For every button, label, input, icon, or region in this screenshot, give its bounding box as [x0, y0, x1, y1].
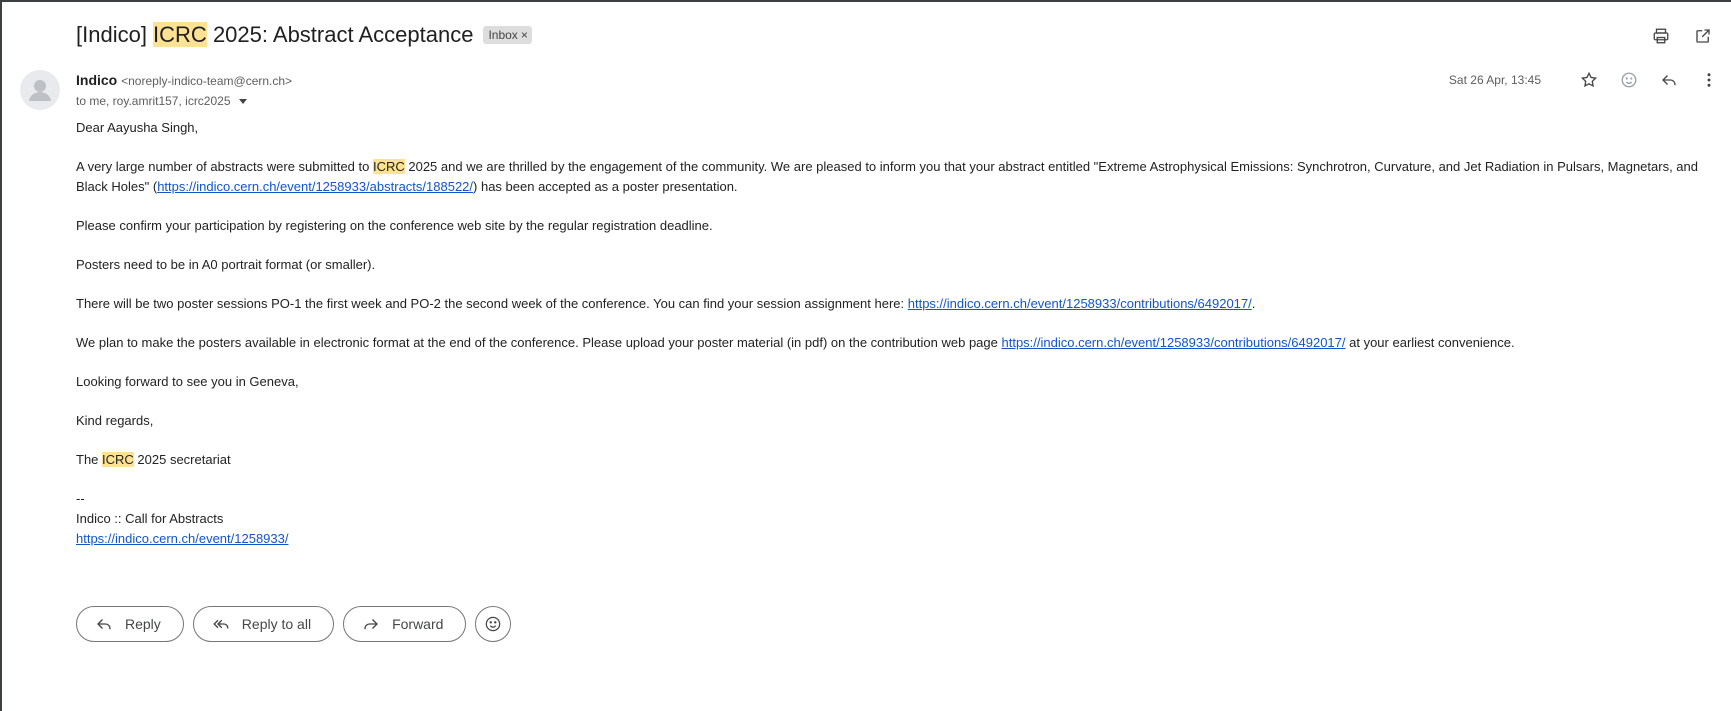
message-meta: Sat 26 Apr, 13:45 — [1449, 70, 1719, 90]
signature-text: Indico :: Call for Abstracts — [76, 511, 224, 526]
person-icon — [29, 80, 51, 101]
paragraph-upload: We plan to make the posters available in… — [76, 333, 1706, 353]
reply-actions: Reply Reply to all Forward — [76, 606, 512, 642]
sender-line: Indico <noreply-indico-team@cern.ch> — [76, 72, 292, 88]
reply-label: Reply — [125, 616, 161, 632]
emoji-icon[interactable] — [1619, 70, 1639, 90]
print-icon[interactable] — [1651, 26, 1671, 46]
recipients-line: to me, roy.amrit157, icrc2025 — [76, 94, 247, 108]
open-in-new-window-icon[interactable] — [1693, 26, 1713, 46]
text: The — [76, 452, 103, 467]
abstract-link[interactable]: https://indico.cern.ch/event/1258933/abs… — [157, 179, 473, 194]
subject-suffix: 2025: Abstract Acceptance — [206, 22, 474, 47]
reply-button[interactable]: Reply — [76, 606, 184, 642]
subject-prefix: [Indico] — [76, 22, 154, 47]
contribution-link[interactable]: https://indico.cern.ch/event/1258933/con… — [1001, 335, 1345, 350]
paragraph-regards: Kind regards, — [76, 413, 154, 428]
paragraph-closing: Looking forward to see you in Geneva, — [76, 374, 299, 389]
text: 2025 secretariat — [133, 452, 231, 467]
search-highlight: ICRC — [372, 159, 405, 174]
reply-icon[interactable] — [1659, 70, 1679, 90]
session-assignment-link[interactable]: https://indico.cern.ch/event/1258933/con… — [908, 296, 1252, 311]
message-date: Sat 26 Apr, 13:45 — [1448, 73, 1541, 87]
event-link[interactable]: https://indico.cern.ch/event/1258933/ — [76, 531, 288, 546]
text: ) has been accepted as a poster presenta… — [473, 179, 738, 194]
signature-separator: -- — [76, 491, 85, 506]
search-highlight: ICRC — [102, 452, 134, 467]
reply-icon — [97, 619, 111, 630]
forward-button[interactable]: Forward — [343, 606, 467, 642]
sender-avatar[interactable] — [20, 70, 60, 110]
text: There will be two poster sessions PO-1 t… — [76, 296, 908, 311]
forward-icon — [364, 619, 379, 630]
emoji-reaction-button[interactable] — [475, 606, 512, 642]
paragraph-poster-format: Posters need to be in A0 portrait format… — [76, 257, 376, 272]
show-details-chevron-icon[interactable] — [238, 98, 247, 104]
inbox-label-text: Inbox — [488, 28, 518, 42]
text: We plan to make the posters available in… — [76, 335, 1002, 350]
recipients-text: to me, roy.amrit157, icrc2025 — [76, 94, 231, 108]
reply-all-button[interactable]: Reply to all — [192, 606, 335, 642]
remove-label-button[interactable]: × — [521, 28, 528, 42]
email-subject: [Indico] ICRC 2025: Abstract Acceptance — [76, 22, 473, 48]
paragraph-sessions: There will be two poster sessions PO-1 t… — [76, 294, 1706, 314]
text: . — [1251, 296, 1256, 311]
subject-row: [Indico] ICRC 2025: Abstract Acceptance … — [76, 22, 532, 48]
text: A very large number of abstracts were su… — [76, 159, 373, 174]
text: at your earliest convenience. — [1345, 335, 1515, 350]
star-icon[interactable] — [1579, 70, 1599, 90]
reply-all-icon — [213, 619, 229, 629]
signature: -- Indico :: Call for Abstracts https://… — [76, 489, 1706, 549]
more-vert-icon[interactable] — [1699, 70, 1719, 90]
sender-email: <noreply-indico-team@cern.ch> — [121, 74, 293, 88]
greeting: Dear Aayusha Singh, — [76, 120, 199, 135]
subject-search-highlight: ICRC — [153, 22, 207, 47]
sender-name[interactable]: Indico — [76, 72, 117, 88]
subject-actions — [1651, 26, 1713, 46]
email-body: Dear Aayusha Singh, A very large number … — [76, 118, 1706, 549]
emoji-icon — [486, 616, 501, 632]
paragraph-registration: Please confirm your participation by reg… — [76, 218, 713, 233]
paragraph-secretariat: The ICRC 2025 secretariat — [76, 450, 1706, 470]
reply-all-label: Reply to all — [241, 616, 312, 632]
paragraph-acceptance: A very large number of abstracts were su… — [76, 157, 1706, 197]
forward-label: Forward — [392, 616, 444, 632]
inbox-label-chip: Inbox × — [483, 26, 532, 44]
